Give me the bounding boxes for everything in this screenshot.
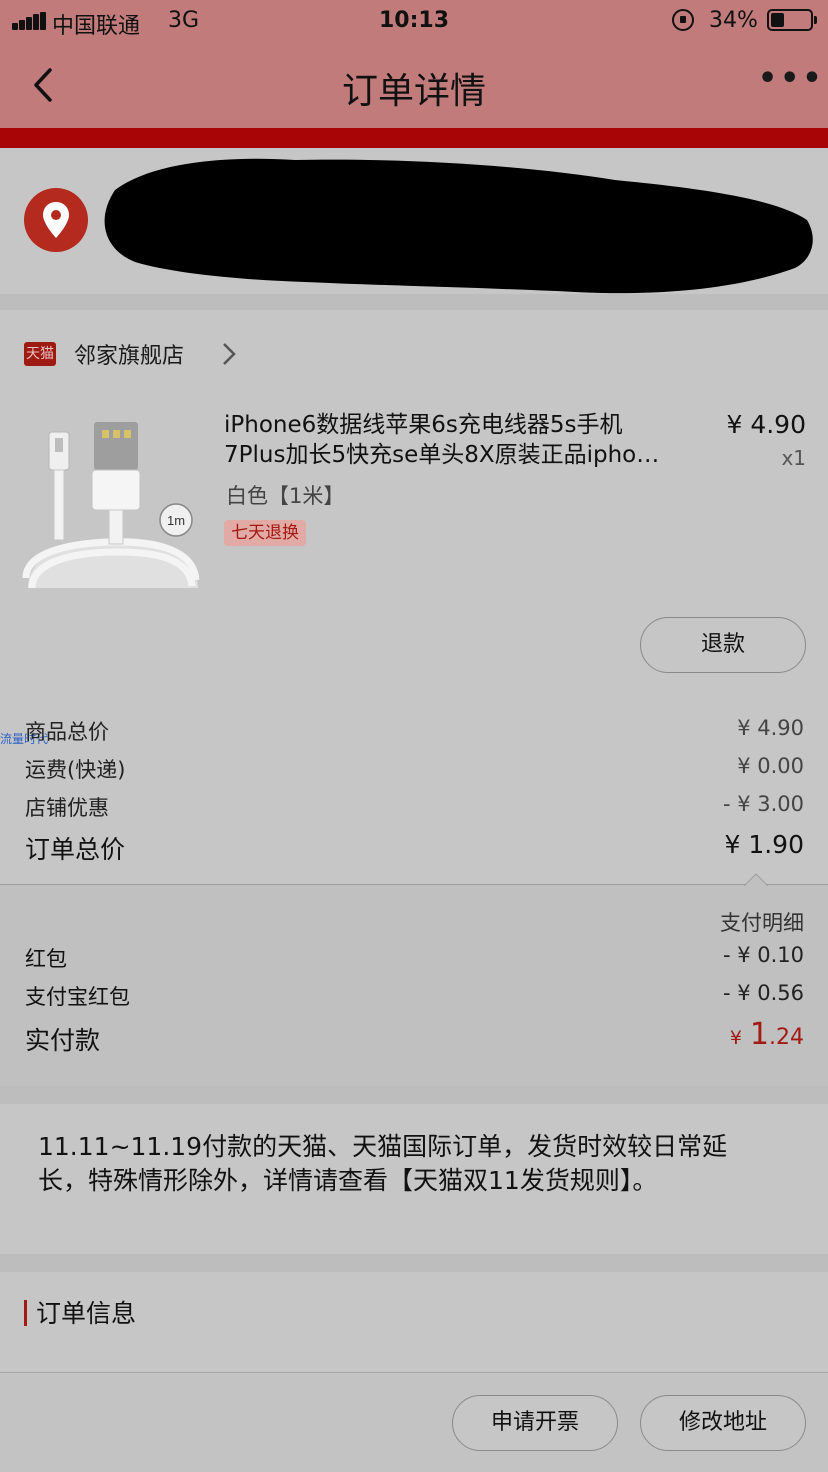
summary-row-value: ¥ 4.90 bbox=[737, 716, 804, 740]
product-title-line2: 7Plus加长5快充se单头8X原装正品ipho… bbox=[224, 442, 660, 468]
page-title: 订单详情 bbox=[341, 71, 486, 112]
summary-row: 店铺优惠 - ¥ 3.00 bbox=[25, 792, 804, 824]
product-quantity: x1 bbox=[781, 446, 806, 470]
shipping-notice[interactable]: 11.11~11.19付款的天猫、天猫国际订单，发货时效较日常延长，特殊情形除外… bbox=[0, 1104, 828, 1254]
location-pin-icon bbox=[24, 188, 88, 252]
battery-level bbox=[771, 13, 784, 27]
orientation-lock-icon bbox=[672, 9, 694, 31]
chevron-right-icon bbox=[223, 343, 236, 365]
payment-row-label: 支付宝红包 bbox=[25, 985, 130, 1009]
address-section[interactable] bbox=[0, 148, 828, 294]
actual-payment-label: 实付款 bbox=[25, 1026, 101, 1055]
actual-payment-row: 实付款 ¥ 1.24 bbox=[25, 1017, 804, 1057]
change-address-button[interactable]: 修改地址 bbox=[640, 1395, 806, 1451]
clock: 10:13 bbox=[378, 8, 450, 33]
summary-row-value: - ¥ 3.00 bbox=[722, 792, 804, 816]
product-title[interactable]: iPhone6数据线苹果6s充电线器5s手机 7Plus加长5快充se单头8X原… bbox=[224, 410, 710, 470]
currency-symbol: ¥ bbox=[729, 1027, 742, 1049]
store-header[interactable]: 天猫 邻家旗舰店 bbox=[24, 336, 264, 372]
status-bar: 中国联通 3G 10:13 34% bbox=[0, 0, 828, 42]
tmall-badge: 天猫 bbox=[24, 342, 56, 366]
order-total-value: ¥ 1.90 bbox=[724, 830, 804, 859]
redacted-address-mark bbox=[104, 158, 813, 294]
caret-up-icon bbox=[744, 873, 768, 886]
payment-detail-label: 支付明细 bbox=[720, 911, 804, 935]
actual-payment-value: ¥ 1.24 bbox=[730, 1017, 804, 1052]
order-total-row: 订单总价 ¥ 1.90 bbox=[25, 830, 804, 864]
summary-row-value: ¥ 0.00 bbox=[737, 754, 804, 778]
order-info-title: 订单信息 bbox=[36, 1299, 137, 1328]
store-name: 邻家旗舰店 bbox=[74, 344, 185, 369]
payment-row-value: - ¥ 0.56 bbox=[722, 981, 804, 1005]
actual-payment-integer: 1 bbox=[749, 1017, 769, 1052]
shipping-notice-text: 11.11~11.19付款的天猫、天猫国际订单，发货时效较日常延长，特殊情形除外… bbox=[38, 1132, 728, 1195]
payment-row: 支付宝红包 - ¥ 0.56 bbox=[25, 981, 804, 1011]
summary-row-label: 运费(快递) bbox=[25, 758, 126, 782]
product-title-line1: iPhone6数据线苹果6s充电线器5s手机 bbox=[224, 412, 623, 438]
product-sku: 白色【1米】 bbox=[226, 484, 345, 508]
section-accent-bar bbox=[24, 1300, 27, 1326]
order-total-label: 订单总价 bbox=[25, 835, 126, 864]
battery-icon bbox=[767, 9, 817, 31]
summary-row-label: 店铺优惠 bbox=[25, 796, 109, 820]
battery-percent: 34% bbox=[709, 8, 758, 33]
payment-row-value: - ¥ 0.10 bbox=[722, 943, 804, 967]
summary-row: 运费(快递) ¥ 0.00 bbox=[25, 754, 804, 786]
header-accent-strip bbox=[0, 128, 828, 148]
product-price: ¥ 4.90 bbox=[726, 410, 806, 439]
actual-payment-decimal: .24 bbox=[769, 1025, 804, 1050]
return-policy-tag: 七天退换 bbox=[224, 520, 306, 546]
product-image[interactable]: 1m bbox=[18, 410, 202, 590]
more-horizontal-icon[interactable]: ••• bbox=[758, 64, 822, 100]
payment-detail-panel: 支付明细 红包 - ¥ 0.10 支付宝红包 - ¥ 0.56 实付款 ¥ 1.… bbox=[0, 873, 828, 1086]
product-image-label: 1m bbox=[167, 513, 185, 528]
summary-row: 商品总价 ¥ 4.90 bbox=[25, 716, 804, 748]
summary-row-label: 商品总价 bbox=[25, 720, 109, 744]
refund-button[interactable]: 退款 bbox=[640, 617, 806, 673]
apply-invoice-button[interactable]: 申请开票 bbox=[452, 1395, 618, 1451]
payment-row: 红包 - ¥ 0.10 bbox=[25, 943, 804, 973]
bottom-action-bar: 申请开票 修改地址 bbox=[0, 1372, 828, 1472]
nav-bar: 订单详情 ••• bbox=[0, 42, 828, 128]
order-item-card: 天猫 邻家旗舰店 1m iPhone6数据线苹果6s充电线器5s手机 7Plus… bbox=[0, 310, 828, 1086]
payment-row-label: 红包 bbox=[25, 947, 67, 971]
